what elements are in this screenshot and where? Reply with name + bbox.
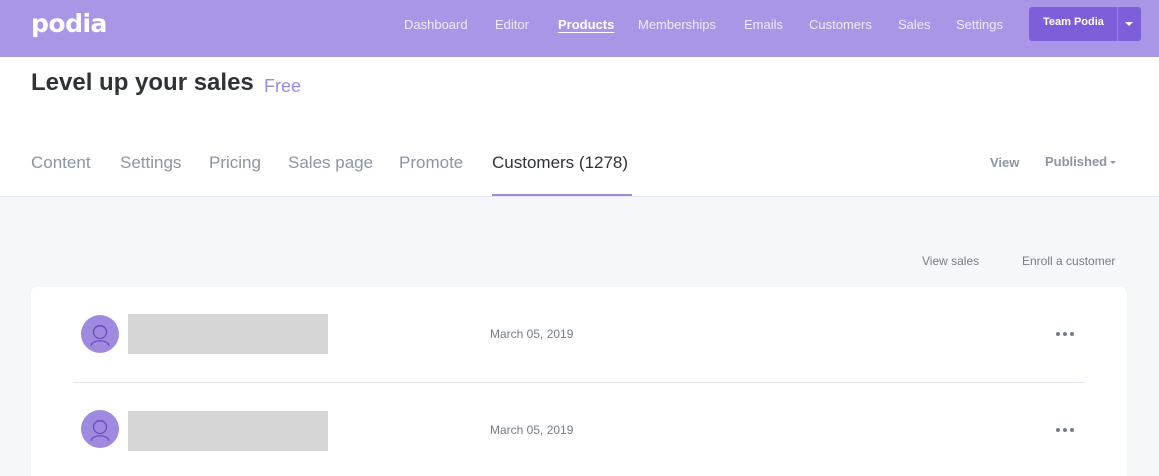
nav-memberships[interactable]: Memberships (638, 17, 716, 33)
nav-products[interactable]: Products (558, 17, 614, 33)
enrollment-date: March 05, 2019 (490, 423, 574, 437)
tab-content[interactable]: Content (31, 153, 91, 173)
top-navigation-bar: podia Dashboard Editor Products Membersh… (0, 0, 1159, 57)
product-title: Level up your sales (31, 69, 254, 96)
enroll-customer-link[interactable]: Enroll a customer (1022, 254, 1115, 268)
team-button-divider (1117, 7, 1118, 41)
team-switcher-button[interactable]: Team Podia (1029, 7, 1141, 41)
customer-name[interactable] (128, 411, 328, 451)
view-sales-link[interactable]: View sales (922, 254, 979, 268)
chevron-down-icon[interactable] (1125, 22, 1133, 26)
customer-row[interactable]: March 05, 2019 (31, 287, 1127, 383)
product-header: Level up your sales Free Content Setting… (0, 57, 1159, 197)
plan-label: Free (264, 76, 302, 96)
view-button[interactable]: View (990, 155, 1019, 170)
tab-settings[interactable]: Settings (120, 153, 181, 173)
user-avatar-icon (81, 410, 119, 448)
tab-promote[interactable]: Promote (399, 153, 463, 173)
nav-emails[interactable]: Emails (744, 17, 783, 33)
tab-sales-page[interactable]: Sales page (288, 153, 373, 173)
nav-dashboard[interactable]: Dashboard (404, 17, 468, 33)
enrollment-date: March 05, 2019 (490, 327, 574, 341)
customer-list: March 05, 2019 March 05, 2019 (31, 287, 1127, 476)
nav-sales[interactable]: Sales (898, 17, 931, 33)
nav-editor[interactable]: Editor (495, 17, 529, 33)
customer-row[interactable]: March 05, 2019 (31, 383, 1127, 476)
more-horizontal-icon[interactable] (1051, 422, 1079, 438)
team-label: Team Podia (1043, 16, 1104, 28)
user-avatar-icon (81, 315, 119, 353)
caret-down-icon[interactable] (1110, 161, 1116, 164)
podia-logo[interactable]: podia (31, 9, 107, 38)
active-tab-indicator (492, 194, 632, 196)
tab-customers[interactable]: Customers (1278) (492, 153, 628, 173)
tab-pricing[interactable]: Pricing (209, 153, 261, 173)
nav-settings[interactable]: Settings (956, 17, 1003, 33)
status-dropdown[interactable]: Published (1045, 154, 1107, 169)
nav-customers[interactable]: Customers (809, 17, 872, 33)
customer-name[interactable] (128, 314, 328, 354)
more-horizontal-icon[interactable] (1051, 326, 1079, 342)
